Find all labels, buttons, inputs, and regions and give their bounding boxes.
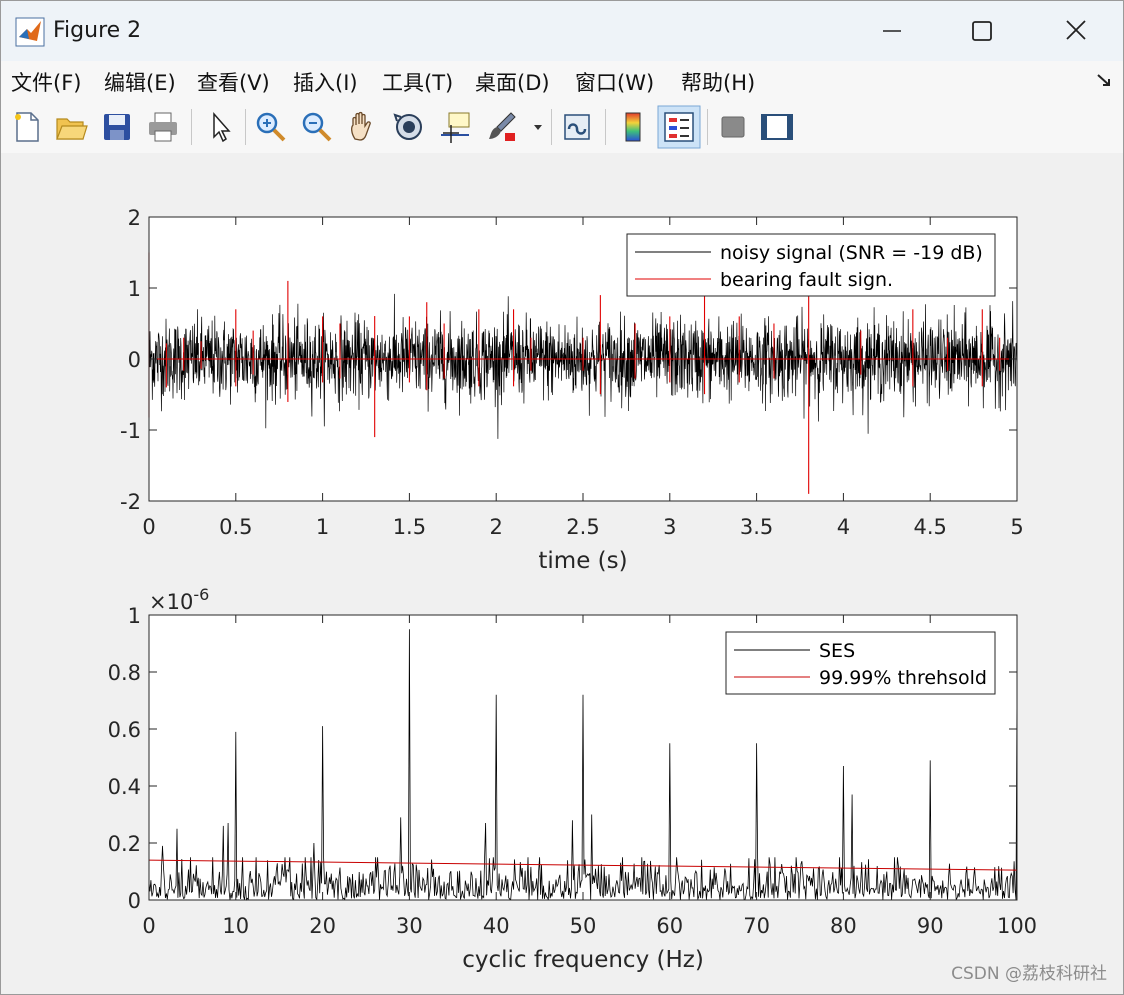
toolbar-separator: [191, 109, 192, 145]
rotate-3d-icon[interactable]: [391, 109, 427, 145]
y-tick-label: 0.6: [108, 718, 141, 742]
show-plot-tools-icon[interactable]: [759, 109, 795, 145]
figure-canvas: 0 0.5 1 1.5 2 2.5 3 3.5 4 4.5 5 -2 -1 0 1 2 time (s) n…: [1, 153, 1123, 993]
x-tick-label: 20: [309, 914, 336, 938]
save-icon[interactable]: [99, 109, 135, 145]
legend-entry-signal: noisy signal (SNR = -19 dB): [720, 242, 983, 264]
x-tick-label: 30: [396, 914, 423, 938]
maximize-button[interactable]: [959, 11, 1005, 51]
x-tick-label: 10: [222, 914, 249, 938]
x-tick-label: 40: [483, 914, 510, 938]
y-tick-label: 0.8: [108, 661, 141, 685]
x-axis-label: time (s): [538, 548, 627, 574]
legend-entry-threshold: 99.99% threhsold: [819, 667, 987, 689]
x-tick-label: 2.5: [566, 515, 599, 539]
y-tick-label: 2: [128, 206, 141, 230]
menu-file[interactable]: 文件(F): [11, 67, 81, 97]
x-tick-label: 3.5: [740, 515, 773, 539]
y-tick-label: 0.4: [108, 775, 141, 799]
select-pointer-icon[interactable]: [203, 109, 239, 145]
y-tick-label: -1: [120, 419, 141, 443]
pan-hand-icon[interactable]: [345, 109, 381, 145]
figure-window: Figure 2 文件(F) 编辑(E) 查看(V) 插入(I) 工具(T) 桌…: [0, 0, 1124, 995]
x-tick-label: 2: [490, 515, 503, 539]
colorbar-icon[interactable]: [615, 109, 651, 145]
x-tick-label: 0: [142, 914, 155, 938]
y-tick-label: 1: [128, 604, 141, 628]
hide-plot-tools-icon[interactable]: [715, 109, 751, 145]
print-icon[interactable]: [145, 109, 181, 145]
y-tick-label: 0: [128, 348, 141, 372]
brush-icon[interactable]: [485, 109, 521, 145]
tool-bar: [1, 101, 1123, 154]
x-tick-label: 1.5: [393, 515, 426, 539]
title-bar[interactable]: Figure 2: [1, 1, 1123, 61]
y-tick-label: 1: [128, 277, 141, 301]
menu-bar: 文件(F) 编辑(E) 查看(V) 插入(I) 工具(T) 桌面(D) 窗口(W…: [1, 61, 1123, 102]
x-tick-label: 5: [1010, 515, 1023, 539]
menu-insert[interactable]: 插入(I): [293, 67, 358, 97]
menu-view[interactable]: 查看(V): [197, 67, 270, 97]
menu-help[interactable]: 帮助(H): [681, 67, 755, 97]
x-tick-label: 80: [830, 914, 857, 938]
x-tick-label: 4: [837, 515, 850, 539]
minimize-button[interactable]: [869, 11, 915, 51]
legend-entry-fault: bearing fault sign.: [720, 269, 893, 291]
x-tick-label: 1: [316, 515, 329, 539]
legend-entry-ses: SES: [819, 640, 855, 662]
data-cursor-icon[interactable]: [437, 109, 473, 145]
x-tick-label: 0: [142, 515, 155, 539]
x-tick-label: 50: [570, 914, 597, 938]
x-tick-label: 4.5: [913, 515, 946, 539]
menu-window[interactable]: 窗口(W): [575, 67, 654, 97]
matlab-logo-icon: [15, 17, 45, 47]
x-tick-label: 60: [656, 914, 683, 938]
zoom-out-icon[interactable]: [299, 109, 335, 145]
close-icon: [1066, 20, 1086, 40]
undock-arrow-icon[interactable]: [1095, 71, 1113, 89]
x-axis-label: cyclic frequency (Hz): [462, 947, 704, 973]
legend[interactable]: noisy signal (SNR = -19 dB) bearing faul…: [626, 233, 996, 297]
zoom-in-icon[interactable]: [253, 109, 289, 145]
x-tick-label: 90: [917, 914, 944, 938]
toolbar-separator: [707, 109, 708, 145]
new-figure-icon[interactable]: [9, 109, 45, 145]
toolbar-separator: [551, 109, 552, 145]
x-tick-label: 0.5: [219, 515, 252, 539]
x-tick-label: 3: [663, 515, 676, 539]
legend[interactable]: SES 99.99% threhsold: [725, 631, 996, 695]
link-plot-icon[interactable]: [559, 109, 595, 145]
close-button[interactable]: [1053, 11, 1099, 51]
menu-edit[interactable]: 编辑(E): [104, 67, 176, 97]
y-tick-label: 0.2: [108, 832, 141, 856]
toolbar-separator: [605, 109, 606, 145]
y-tick-label: 0: [128, 889, 141, 913]
toolbar-separator: [245, 109, 246, 145]
y-tick-label: -2: [120, 490, 141, 514]
watermark-text: CSDN @荔枝科研社: [951, 964, 1107, 984]
x-tick-label: 70: [743, 914, 770, 938]
open-file-icon[interactable]: [53, 109, 89, 145]
legend-icon[interactable]: [657, 105, 701, 149]
menu-desktop[interactable]: 桌面(D): [475, 67, 550, 97]
maximize-icon: [972, 21, 992, 41]
window-title: Figure 2: [53, 18, 142, 43]
menu-tools[interactable]: 工具(T): [382, 67, 453, 97]
chevron-down-icon[interactable]: [529, 109, 547, 145]
x-tick-label: 100: [997, 914, 1037, 938]
